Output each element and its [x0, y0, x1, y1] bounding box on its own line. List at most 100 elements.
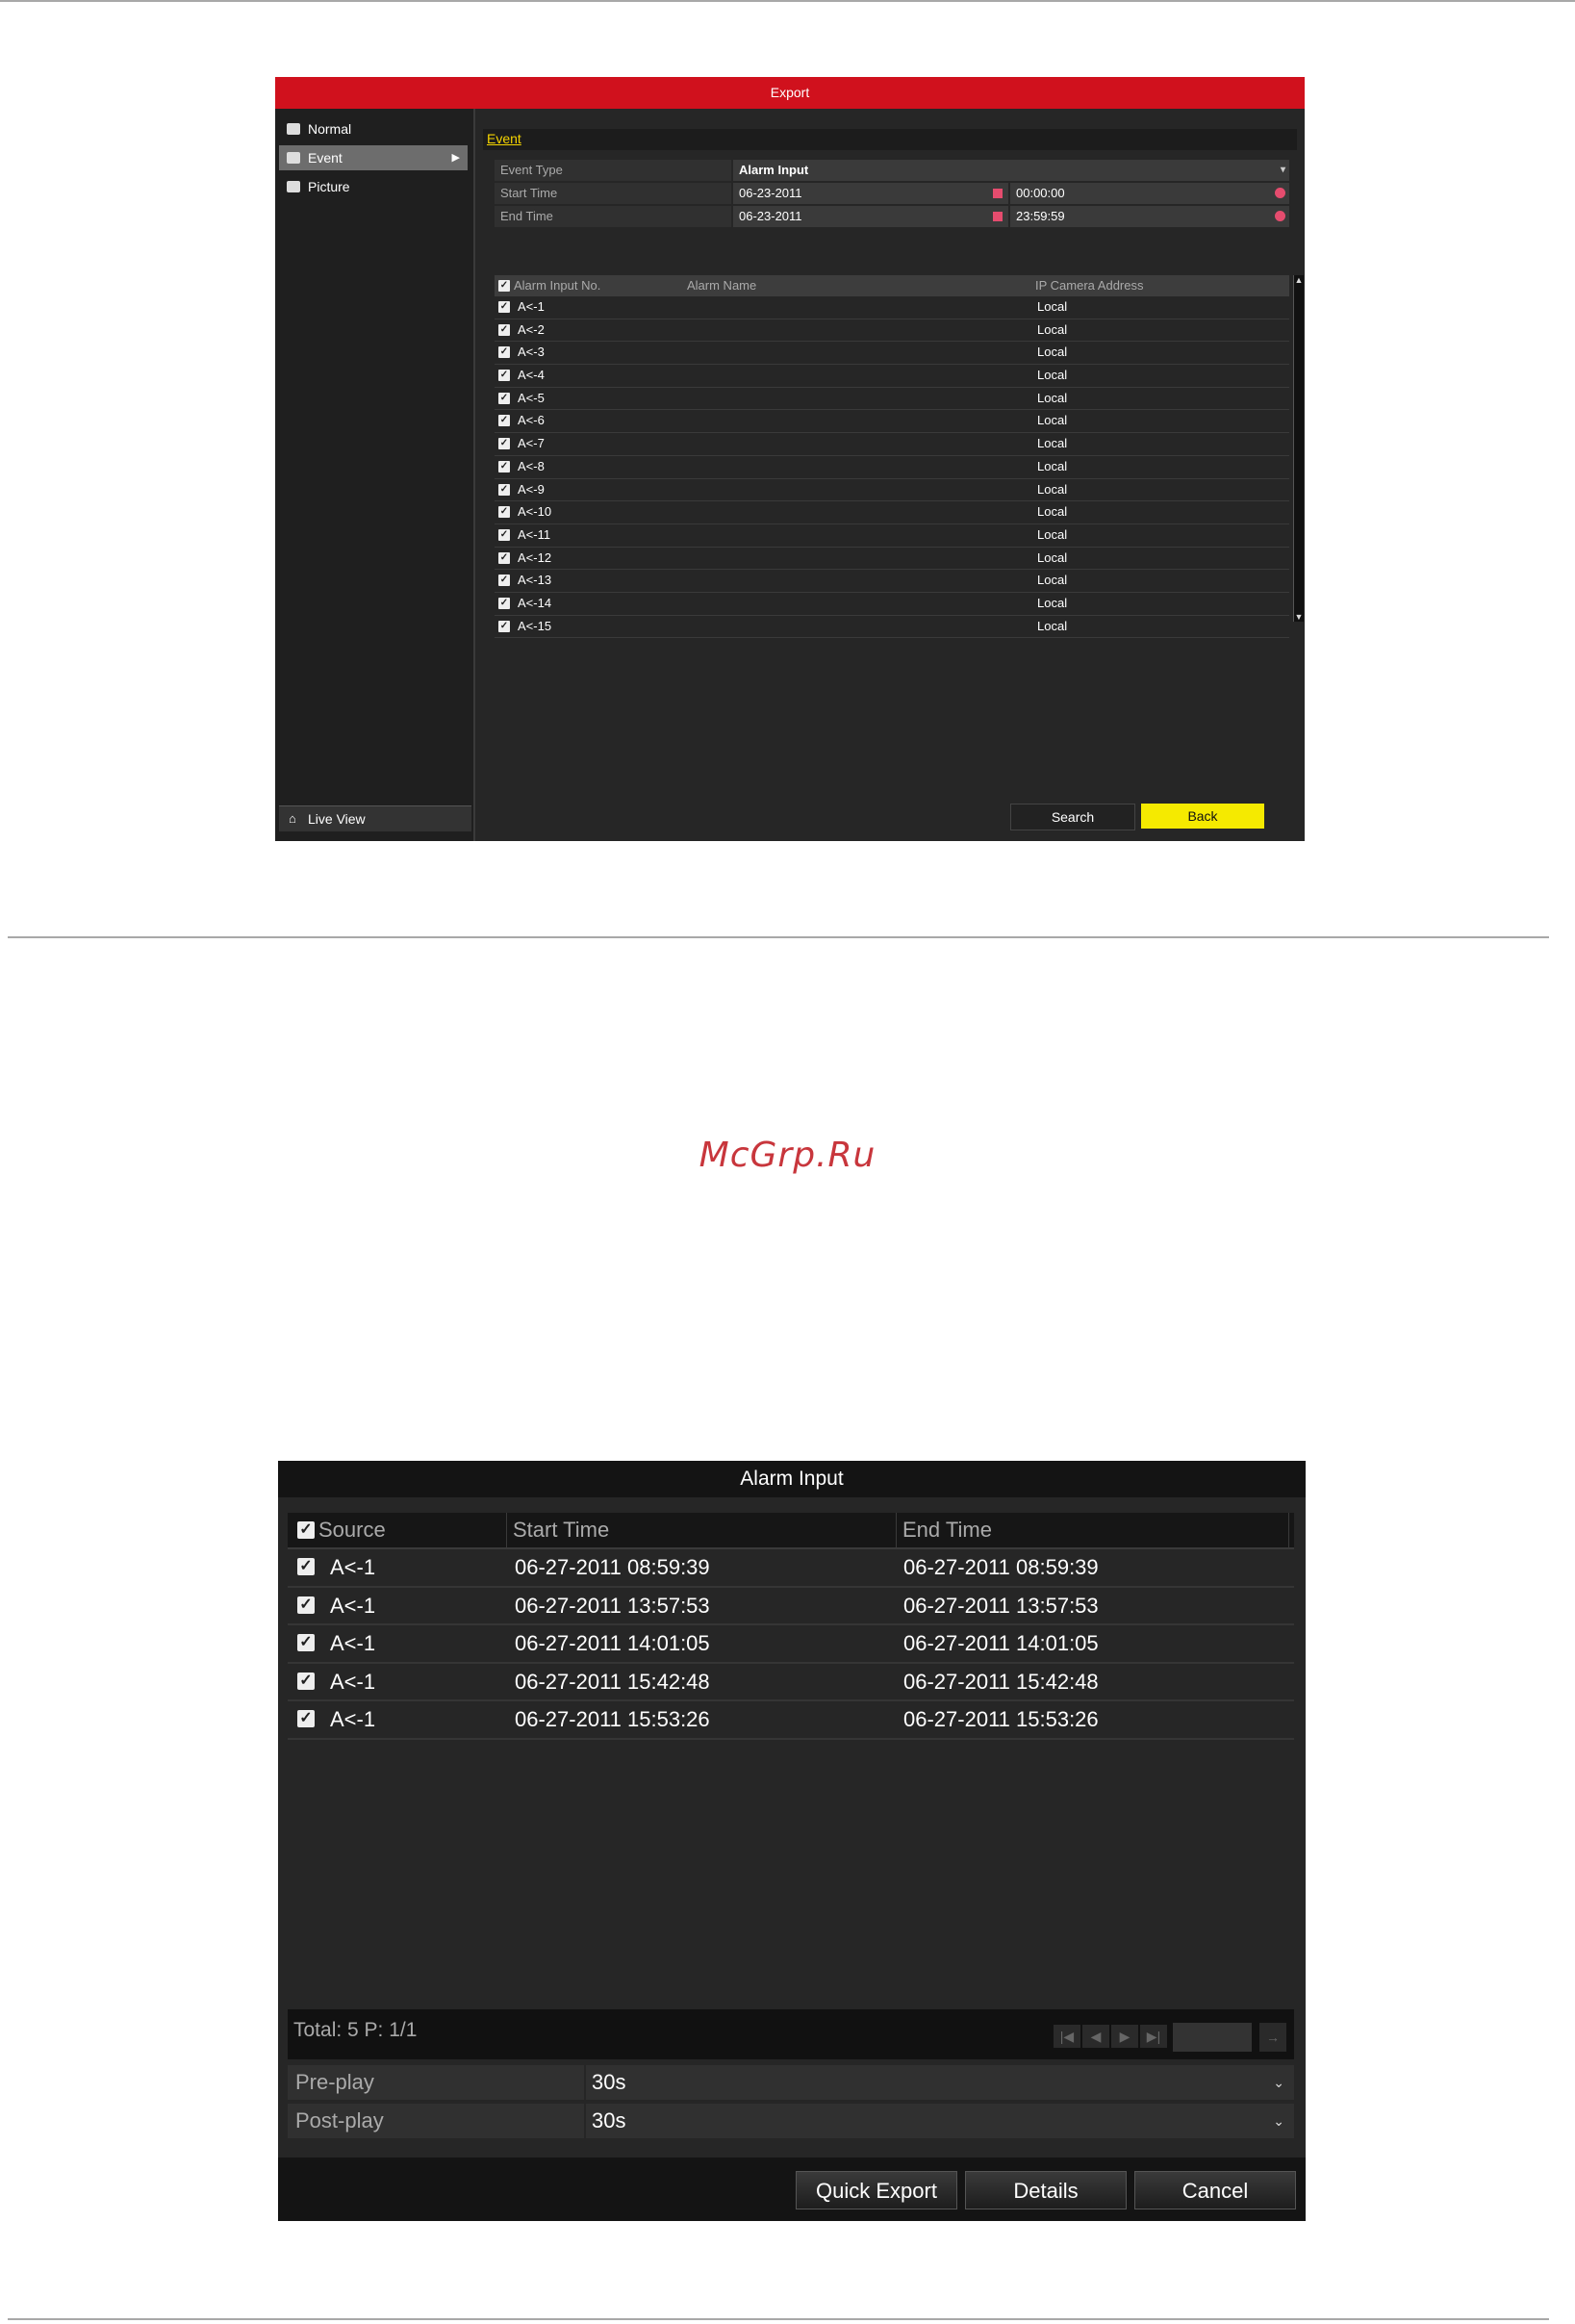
table-row[interactable]: ✓ A<-12 Local	[495, 548, 1289, 571]
row-checkbox[interactable]: ✓	[297, 1634, 315, 1651]
table-body: ✓ A<-1 Local ✓ A<-2 Local ✓ A<-3 Local ✓ A<-4 Local…	[495, 296, 1289, 639]
ip-camera-address: Local	[1037, 458, 1068, 473]
prev-page-icon[interactable]: ◀	[1082, 2025, 1109, 2048]
alarm-input-no: A<-5	[518, 390, 545, 405]
main-content: Event Event Type Alarm Input ▾ Start Tim…	[483, 129, 1304, 831]
table-row[interactable]: ✓ A<-5 Local	[495, 388, 1289, 411]
row-checkbox[interactable]: ✓	[498, 301, 510, 313]
row-checkbox[interactable]: ✓	[498, 506, 510, 519]
alarm-input-no: A<-3	[518, 345, 545, 360]
page-input[interactable]	[1173, 2023, 1252, 2052]
table-row[interactable]: ✓ A<-1 06-27-2011 08:59:39 06-27-2011 08:59…	[288, 1549, 1294, 1588]
back-button[interactable]: Back	[1141, 804, 1264, 829]
post-play-row: Post-play 30s ⌄	[288, 2104, 1294, 2138]
row-checkbox[interactable]: ✓	[498, 483, 510, 496]
row-checkbox[interactable]: ✓	[498, 415, 510, 427]
row-checkbox[interactable]: ✓	[498, 346, 510, 359]
table-row[interactable]: ✓ A<-11 Local	[495, 524, 1289, 548]
pre-play-select[interactable]: 30s ⌄	[586, 2065, 1294, 2100]
table-row[interactable]: ✓ A<-1 06-27-2011 13:57:53 06-27-2011 13:57…	[288, 1588, 1294, 1625]
table-row[interactable]: ✓ A<-3 Local	[495, 342, 1289, 366]
table-body: ✓ A<-1 06-27-2011 08:59:39 06-27-2011 08:59…	[288, 1549, 1294, 1740]
select-all-checkbox[interactable]: ✓	[498, 280, 510, 292]
end-time-cell: 06-27-2011 15:53:26	[903, 1707, 1099, 1731]
start-date-field[interactable]: 06-23-2011	[733, 183, 1008, 204]
row-checkbox[interactable]: ✓	[498, 323, 510, 336]
source-cell: A<-1	[330, 1669, 376, 1694]
table-row[interactable]: ✓ A<-7 Local	[495, 433, 1289, 456]
column-header: Alarm Name	[687, 278, 757, 293]
row-checkbox[interactable]: ✓	[498, 597, 510, 609]
start-time-field[interactable]: 00:00:00	[1010, 183, 1289, 204]
event-type-label: Event Type	[495, 160, 731, 181]
end-date-field[interactable]: 06-23-2011	[733, 206, 1008, 227]
folder-icon	[287, 123, 300, 135]
last-page-icon[interactable]: ▶|	[1140, 2025, 1167, 2048]
select-all-checkbox[interactable]: ✓	[297, 1521, 315, 1539]
home-icon: ⌂	[289, 811, 296, 826]
row-checkbox[interactable]: ✓	[297, 1710, 315, 1727]
start-time-label: Start Time	[495, 183, 731, 204]
sidebar-item-picture[interactable]: Picture	[279, 174, 468, 199]
row-checkbox[interactable]: ✓	[498, 620, 510, 632]
event-type-select[interactable]: Alarm Input ▾	[733, 160, 1289, 181]
row-checkbox[interactable]: ✓	[297, 1596, 315, 1614]
table-row[interactable]: ✓ A<-9 Local	[495, 479, 1289, 502]
details-button[interactable]: Details	[965, 2171, 1127, 2209]
row-checkbox[interactable]: ✓	[297, 1672, 315, 1690]
scroll-down-icon[interactable]: ▼	[1294, 612, 1304, 622]
go-arrow-icon[interactable]: →	[1259, 2023, 1286, 2052]
table-row[interactable]: ✓ A<-13 Local	[495, 570, 1289, 593]
table-row[interactable]: ✓ A<-1 06-27-2011 15:53:26 06-27-2011 15:53…	[288, 1701, 1294, 1740]
table-row[interactable]: ✓ A<-2 Local	[495, 319, 1289, 343]
live-view-button[interactable]: ⌂ Live View	[279, 805, 471, 831]
table-row[interactable]: ✓ A<-4 Local	[495, 365, 1289, 388]
row-checkbox[interactable]: ✓	[498, 438, 510, 450]
table-row[interactable]: ✓ A<-1 06-27-2011 15:42:48 06-27-2011 15:42…	[288, 1664, 1294, 1701]
end-time-field[interactable]: 23:59:59	[1010, 206, 1289, 227]
ip-camera-address: Local	[1037, 573, 1068, 588]
start-time-row: Start Time 06-23-2011 00:00:00	[495, 183, 1289, 204]
ip-camera-address: Local	[1037, 549, 1068, 565]
start-time-cell: 06-27-2011 15:53:26	[515, 1707, 710, 1731]
sidebar: Normal Event ▶ Picture ⌂ Live View	[275, 109, 475, 841]
row-checkbox[interactable]: ✓	[498, 528, 510, 541]
ip-camera-address: Local	[1037, 368, 1068, 383]
end-time-cell: 06-27-2011 08:59:39	[903, 1555, 1099, 1579]
row-checkbox[interactable]: ✓	[498, 460, 510, 472]
post-play-select[interactable]: 30s ⌄	[586, 2104, 1294, 2138]
pre-play-label: Pre-play	[288, 2065, 584, 2100]
table-row[interactable]: ✓ A<-1 Local	[495, 296, 1289, 319]
table-row[interactable]: ✓ A<-1 06-27-2011 14:01:05 06-27-2011 14:01…	[288, 1625, 1294, 1664]
cancel-button[interactable]: Cancel	[1134, 2171, 1296, 2209]
row-checkbox[interactable]: ✓	[297, 1558, 315, 1575]
sidebar-item-normal[interactable]: Normal	[279, 116, 468, 141]
calendar-icon[interactable]	[993, 189, 1003, 198]
window-title: Alarm Input	[278, 1461, 1306, 1497]
source-cell: A<-1	[330, 1707, 376, 1731]
alarm-input-no: A<-10	[518, 504, 552, 520]
ip-camera-address: Local	[1037, 345, 1068, 360]
table-row[interactable]: ✓ A<-8 Local	[495, 456, 1289, 479]
row-checkbox[interactable]: ✓	[498, 575, 510, 587]
table-row[interactable]: ✓ A<-6 Local	[495, 410, 1289, 434]
clock-icon[interactable]	[1275, 188, 1285, 198]
row-checkbox[interactable]: ✓	[498, 551, 510, 564]
tab-event[interactable]: Event	[487, 131, 521, 146]
end-time-cell: 06-27-2011 13:57:53	[903, 1593, 1099, 1618]
ip-camera-address: Local	[1037, 299, 1068, 314]
row-checkbox[interactable]: ✓	[498, 392, 510, 404]
quick-export-button[interactable]: Quick Export	[796, 2171, 957, 2209]
calendar-icon[interactable]	[993, 212, 1003, 221]
table-row[interactable]: ✓ A<-14 Local	[495, 593, 1289, 616]
first-page-icon[interactable]: |◀	[1054, 2025, 1080, 2048]
clock-icon[interactable]	[1275, 211, 1285, 221]
row-checkbox[interactable]: ✓	[498, 370, 510, 382]
sidebar-item-event[interactable]: Event ▶	[279, 145, 468, 170]
search-button[interactable]: Search	[1010, 804, 1135, 830]
next-page-icon[interactable]: ▶	[1111, 2025, 1138, 2048]
scrollbar[interactable]: ▲ ▼	[1293, 275, 1304, 622]
table-row[interactable]: ✓ A<-15 Local	[495, 616, 1289, 639]
scroll-up-icon[interactable]: ▲	[1294, 275, 1304, 285]
table-row[interactable]: ✓ A<-10 Local	[495, 501, 1289, 524]
